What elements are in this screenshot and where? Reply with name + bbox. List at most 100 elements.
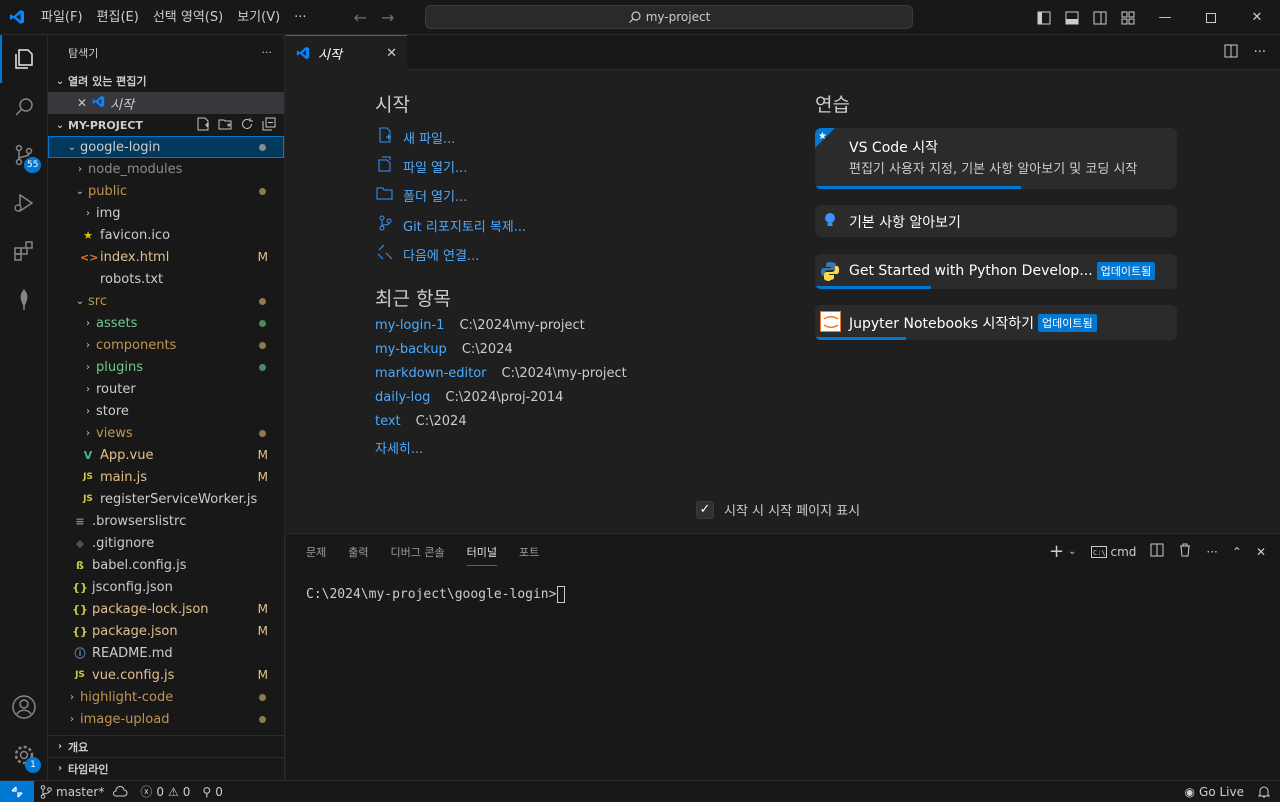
panel-tab-debug-console[interactable]: 디버그 콘솔 bbox=[391, 544, 445, 560]
tree-file-vue-config[interactable]: JS vue.config.js M bbox=[48, 664, 284, 686]
open-folder-link[interactable]: 폴더 열기... bbox=[375, 185, 467, 205]
toggle-panel-icon[interactable] bbox=[1058, 0, 1086, 35]
outline-header[interactable]: › 개요 bbox=[48, 735, 284, 757]
menu-file[interactable]: 파일(F) bbox=[34, 0, 90, 35]
tree-file-babel-config[interactable]: ß babel.config.js bbox=[48, 554, 284, 576]
recent-item[interactable]: markdown-editor C:\2024\my-project bbox=[375, 366, 627, 381]
maximize-panel-icon[interactable]: ⌃ bbox=[1232, 545, 1242, 559]
panel-tab-ports[interactable]: 포트 bbox=[519, 544, 539, 560]
tree-folder-highlight-code[interactable]: › highlight-code bbox=[48, 686, 284, 708]
collapse-all-icon[interactable] bbox=[262, 117, 276, 134]
tree-folder-store[interactable]: › store bbox=[48, 400, 284, 422]
tree-folder-views[interactable]: › views bbox=[48, 422, 284, 444]
account-icon[interactable] bbox=[0, 683, 48, 731]
split-terminal-icon[interactable] bbox=[1150, 543, 1164, 560]
walkthrough-basics-card[interactable]: 기본 사항 알아보기 bbox=[815, 205, 1177, 237]
open-editor-item[interactable]: ✕ 시작 bbox=[48, 92, 284, 114]
more-actions-icon[interactable]: ··· bbox=[1206, 545, 1217, 559]
recent-item[interactable]: my-login-1 C:\2024\my-project bbox=[375, 318, 585, 333]
terminal-shell-selector[interactable]: C:\ cmd bbox=[1090, 545, 1136, 559]
tree-folder-google-login[interactable]: ⌄ google-login bbox=[48, 136, 284, 158]
menu-edit[interactable]: 편집(E) bbox=[90, 0, 146, 35]
tree-folder-src[interactable]: ⌄ src bbox=[48, 290, 284, 312]
tree-file-package-lock[interactable]: {} package-lock.json M bbox=[48, 598, 284, 620]
command-center[interactable]: my-project bbox=[425, 5, 913, 29]
minimize-button[interactable]: — bbox=[1142, 0, 1188, 35]
recent-item-name[interactable]: text bbox=[375, 414, 401, 429]
new-folder-icon[interactable] bbox=[218, 117, 232, 134]
split-editor-icon[interactable] bbox=[1224, 44, 1238, 62]
tab-welcome[interactable]: 시작 ✕ bbox=[286, 35, 407, 70]
menu-view[interactable]: 보기(V) bbox=[230, 0, 287, 35]
customize-layout-icon[interactable] bbox=[1114, 0, 1142, 35]
forward-arrow-icon[interactable]: → bbox=[381, 8, 394, 27]
tree-file-package-json[interactable]: {} package.json M bbox=[48, 620, 284, 642]
tree-file-index-html[interactable]: <> index.html M bbox=[48, 246, 284, 268]
tree-folder-router[interactable]: › router bbox=[48, 378, 284, 400]
open-editors-header[interactable]: ⌄ 열려 있는 편집기 bbox=[48, 70, 284, 92]
recent-item-name[interactable]: markdown-editor bbox=[375, 366, 487, 381]
manage-gear-icon[interactable]: 1 bbox=[0, 731, 48, 779]
show-on-startup-checkbox[interactable]: ✓ bbox=[696, 500, 714, 519]
panel-tab-terminal[interactable]: 터미널 bbox=[466, 544, 497, 566]
tree-folder-plugins[interactable]: › plugins bbox=[48, 356, 284, 378]
walkthrough-jupyter-card[interactable]: Jupyter Notebooks 시작하기 업데이트됨 bbox=[815, 305, 1177, 340]
tree-file-robots[interactable]: robots.txt bbox=[48, 268, 284, 290]
tree-file-app-vue[interactable]: V App.vue M bbox=[48, 444, 284, 466]
recent-item[interactable]: text C:\2024 bbox=[375, 414, 467, 429]
project-header[interactable]: ⌄ MY-PROJECT bbox=[48, 114, 284, 136]
back-arrow-icon[interactable]: ← bbox=[354, 8, 367, 27]
menu-selection[interactable]: 선택 영역(S) bbox=[146, 0, 230, 35]
ports-indicator[interactable]: ⚲ 0 bbox=[196, 785, 228, 799]
extensions-icon[interactable] bbox=[0, 227, 48, 275]
close-tab-icon[interactable]: ✕ bbox=[386, 46, 397, 61]
explorer-more-button[interactable]: ··· bbox=[262, 46, 273, 59]
recent-item-name[interactable]: daily-log bbox=[375, 390, 430, 405]
branch-indicator[interactable]: master* bbox=[34, 785, 134, 799]
remote-indicator-icon[interactable] bbox=[0, 780, 34, 802]
tree-file-gitignore[interactable]: ◆ .gitignore bbox=[48, 532, 284, 554]
menu-more[interactable]: ··· bbox=[287, 0, 313, 35]
problems-indicator[interactable]: ⓧ 0 ⚠ 0 bbox=[134, 783, 196, 800]
source-control-icon[interactable]: 55 bbox=[0, 131, 48, 179]
tree-folder-assets[interactable]: › assets bbox=[48, 312, 284, 334]
recent-item-name[interactable]: my-backup bbox=[375, 342, 447, 357]
panel-tab-output[interactable]: 출력 bbox=[348, 544, 368, 560]
more-actions-icon[interactable]: ··· bbox=[1254, 45, 1266, 60]
tree-file-register-sw[interactable]: JS registerServiceWorker.js bbox=[48, 488, 284, 510]
walkthrough-vscode-card[interactable]: ★ VS Code 시작 편집기 사용자 지정, 기본 사항 알아보기 및 코딩… bbox=[815, 128, 1177, 189]
more-recent-link[interactable]: 자세히... bbox=[375, 438, 423, 457]
close-icon[interactable]: ✕ bbox=[74, 96, 90, 110]
close-window-button[interactable]: ✕ bbox=[1234, 0, 1280, 35]
open-file-link[interactable]: 파일 열기... bbox=[375, 156, 467, 176]
search-view-icon[interactable] bbox=[0, 83, 48, 131]
walkthrough-python-card[interactable]: Get Started with Python Develop... 업데이트됨 bbox=[815, 254, 1177, 289]
maximize-button[interactable] bbox=[1188, 0, 1234, 35]
tree-folder-image-upload[interactable]: › image-upload bbox=[48, 708, 284, 730]
toggle-sidebar-icon[interactable] bbox=[1030, 0, 1058, 35]
chevron-down-icon[interactable]: ⌄ bbox=[1068, 546, 1076, 557]
timeline-header[interactable]: › 타임라인 bbox=[48, 757, 284, 779]
trash-icon[interactable] bbox=[1178, 543, 1192, 560]
tree-folder-img[interactable]: › img bbox=[48, 202, 284, 224]
refresh-icon[interactable] bbox=[240, 117, 254, 134]
new-file-link[interactable]: 새 파일... bbox=[375, 127, 455, 147]
mongodb-leaf-icon[interactable] bbox=[0, 275, 48, 323]
tree-file-readme[interactable]: ⓘ README.md bbox=[48, 642, 284, 664]
sync-cloud-icon[interactable] bbox=[112, 785, 128, 798]
terminal-output[interactable]: C:\2024\my-project\google-login> bbox=[306, 586, 566, 603]
notifications-bell-icon[interactable] bbox=[1252, 785, 1276, 799]
explorer-icon[interactable] bbox=[0, 35, 48, 83]
tree-folder-node-modules[interactable]: › node_modules bbox=[48, 158, 284, 180]
close-panel-icon[interactable]: ✕ bbox=[1256, 545, 1266, 559]
connect-to-link[interactable]: 다음에 연결... bbox=[375, 244, 479, 264]
panel-tab-problems[interactable]: 문제 bbox=[306, 544, 326, 560]
toggle-secondary-sidebar-icon[interactable] bbox=[1086, 0, 1114, 35]
tree-file-jsconfig[interactable]: {} jsconfig.json bbox=[48, 576, 284, 598]
new-terminal-icon[interactable]: + bbox=[1049, 541, 1064, 562]
tree-file-browserslistrc[interactable]: ≡ .browserslistrc bbox=[48, 510, 284, 532]
recent-item[interactable]: my-backup C:\2024 bbox=[375, 342, 513, 357]
tree-folder-public[interactable]: ⌄ public bbox=[48, 180, 284, 202]
tree-file-main-js[interactable]: JS main.js M bbox=[48, 466, 284, 488]
clone-repo-link[interactable]: Git 리포지토리 복제... bbox=[375, 215, 526, 235]
